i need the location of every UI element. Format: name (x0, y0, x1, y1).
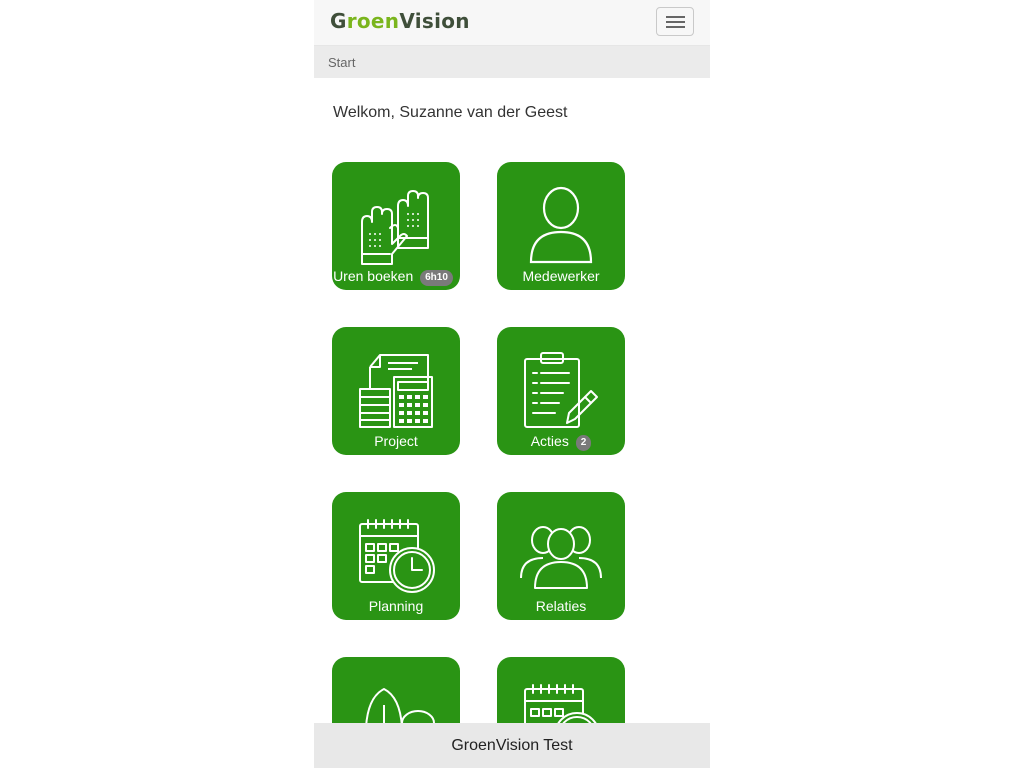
welcome-text: Welkom, Suzanne van der Geest (333, 104, 568, 121)
tile-label-text: Uren boeken (333, 268, 414, 284)
hours-badge: 6h10 (420, 270, 453, 286)
logo-text-g: G (330, 9, 347, 33)
tile-planning[interactable]: Planning (332, 492, 460, 620)
footer-bar: GroenVision Test (314, 723, 710, 768)
footer-title: GroenVision Test (451, 737, 573, 754)
app-container: GroenVision Start Welkom, Suzanne van de… (314, 0, 710, 768)
count-badge: 2 (575, 435, 592, 451)
hamburger-icon (666, 16, 685, 18)
hamburger-icon (666, 21, 685, 23)
tile-relaties[interactable]: Relaties (497, 492, 625, 620)
tile-medewerker[interactable]: Medewerker (497, 162, 625, 290)
tile-label: Uren boeken 6h10 (326, 268, 460, 286)
tile-label: Project (374, 433, 418, 449)
navbar: GroenVision (314, 0, 710, 46)
breadcrumb: Start (314, 46, 710, 78)
tile-label: Acties 2 (497, 433, 625, 451)
tile-label-text: Acties (530, 433, 569, 449)
groenvision-logo[interactable]: GroenVision (330, 9, 470, 33)
menu-toggle-button[interactable] (656, 7, 694, 36)
tile-project[interactable]: Project (332, 327, 460, 455)
tile-acties[interactable]: Acties 2 (497, 327, 625, 455)
tile-label: Medewerker (522, 268, 600, 284)
logo-text-roen: roen (346, 9, 400, 33)
tile-label: Planning (368, 598, 424, 614)
tile-uren-boeken[interactable]: Uren boeken 6h10 (332, 162, 460, 290)
breadcrumb-start[interactable]: Start (328, 55, 355, 70)
hamburger-icon (666, 26, 685, 28)
logo-text-vision: Vision (399, 9, 470, 33)
tile-label: Relaties (535, 598, 587, 614)
